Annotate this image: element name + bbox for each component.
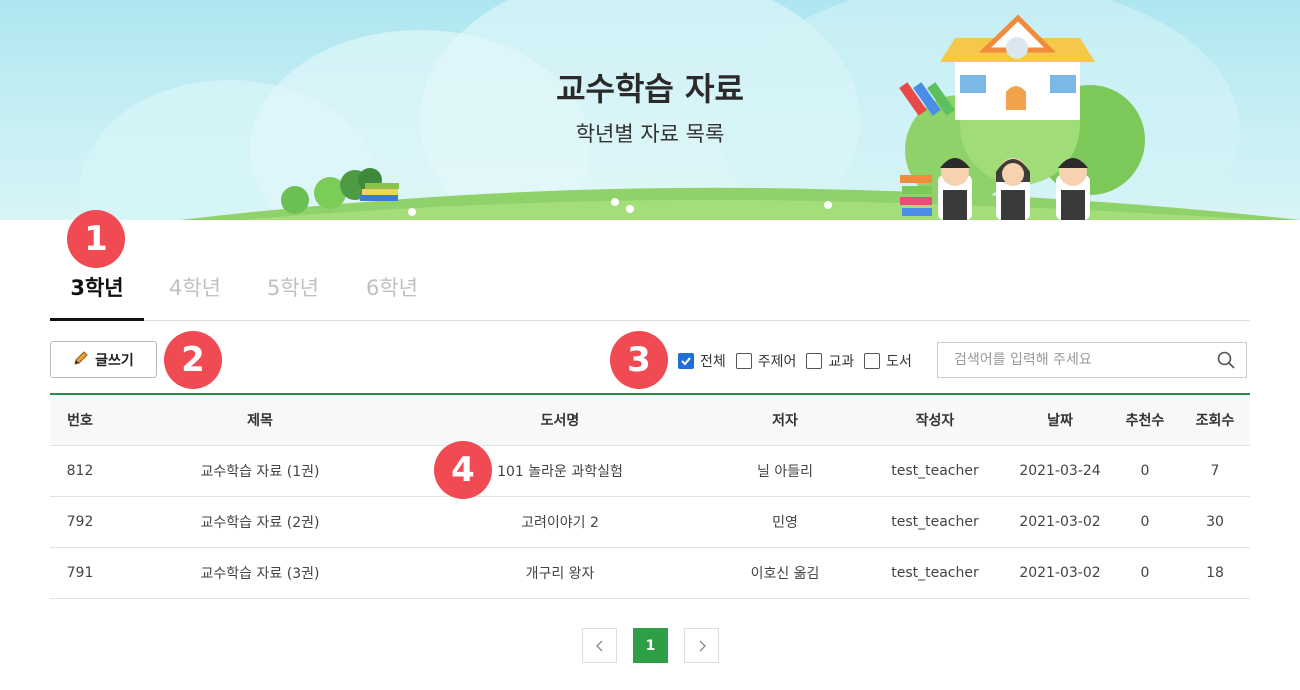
header-banner: 교수학습 자료 학년별 자료 목록 xyxy=(0,0,1300,220)
step-badge-2: 2 xyxy=(164,331,222,389)
write-button-label: 글쓰기 xyxy=(95,352,134,369)
col-date: 날짜 xyxy=(1010,394,1110,446)
filter-subject[interactable]: 교과 xyxy=(806,351,854,371)
write-button[interactable]: 글쓰기 xyxy=(50,341,157,378)
step-badge-3: 3 xyxy=(610,331,668,389)
checkbox-keyword[interactable] xyxy=(735,353,752,369)
cell-author: 이호신 옮김 xyxy=(710,547,860,599)
cell-recommend: 0 xyxy=(1110,445,1180,497)
chevron-left-icon xyxy=(595,640,602,651)
cell-views: 30 xyxy=(1180,496,1250,548)
cell-recommend: 0 xyxy=(1110,547,1180,599)
checkbox-subject[interactable] xyxy=(806,353,823,369)
col-views: 조회수 xyxy=(1180,394,1250,446)
cell-author: 닐 아들리 xyxy=(710,445,860,497)
cell-writer: test_teacher xyxy=(860,496,1010,548)
filter-all-label: 전체 xyxy=(700,354,726,370)
col-writer: 작성자 xyxy=(860,394,1010,446)
search-input[interactable] xyxy=(938,352,1206,368)
checkbox-book[interactable] xyxy=(864,353,881,369)
col-author: 저자 xyxy=(710,394,860,446)
filter-all[interactable]: 전체 xyxy=(678,351,726,371)
banner-illustration xyxy=(80,0,1300,220)
cell-title[interactable]: 교수학습 자료 (1권) xyxy=(110,445,410,497)
pagination: 1 xyxy=(582,628,719,663)
page-title: 교수학습 자료 xyxy=(556,70,744,108)
col-recommend: 추천수 xyxy=(1110,394,1180,446)
table-row[interactable]: 791 교수학습 자료 (3권) 개구리 왕자 이호신 옮김 test_teac… xyxy=(50,547,1250,599)
chevron-right-icon xyxy=(699,640,706,651)
page-subtitle: 학년별 자료 목록 xyxy=(575,122,725,146)
filter-book-label: 도서 xyxy=(886,354,912,370)
step-badge-1: 1 xyxy=(67,210,125,268)
pencil-icon xyxy=(73,350,89,370)
cell-recommend: 0 xyxy=(1110,496,1180,548)
cell-date: 2021-03-02 xyxy=(1010,496,1110,548)
tab-grade-4[interactable]: 4학년 xyxy=(160,270,230,321)
filter-keyword[interactable]: 주제어 xyxy=(735,351,797,371)
table-row[interactable]: 792 교수학습 자료 (2권) 고려이야기 2 민영 test_teacher… xyxy=(50,496,1250,548)
cell-writer: test_teacher xyxy=(860,547,1010,599)
cell-date: 2021-03-24 xyxy=(1010,445,1110,497)
next-page-button[interactable] xyxy=(684,628,719,663)
table-row[interactable]: 812 교수학습 자료 (1권) 101 놀라운 과학실험 닐 아들리 test… xyxy=(50,445,1250,497)
table-header-row: 번호 제목 도서명 저자 작성자 날짜 추천수 조회수 xyxy=(50,394,1250,446)
cell-number: 812 xyxy=(50,445,110,497)
cell-author: 민영 xyxy=(710,496,860,548)
cell-number: 792 xyxy=(50,496,110,548)
page-button-1[interactable]: 1 xyxy=(633,628,668,663)
tab-grade-3[interactable]: 3학년 xyxy=(50,270,144,321)
cell-date: 2021-03-02 xyxy=(1010,547,1110,599)
tab-grade-6[interactable]: 6학년 xyxy=(357,270,427,321)
prev-page-button[interactable] xyxy=(582,628,617,663)
filter-keyword-label: 주제어 xyxy=(757,354,797,370)
cell-number: 791 xyxy=(50,547,110,599)
cell-views: 7 xyxy=(1180,445,1250,497)
filter-book[interactable]: 도서 xyxy=(864,351,912,371)
cell-book-name: 개구리 왕자 xyxy=(410,547,710,599)
cell-views: 18 xyxy=(1180,547,1250,599)
col-title: 제목 xyxy=(110,394,410,446)
cell-book-name: 고려이야기 2 xyxy=(410,496,710,548)
grade-tabs: 3학년 4학년 5학년 6학년 xyxy=(50,270,1250,321)
cell-title[interactable]: 교수학습 자료 (3권) xyxy=(110,547,410,599)
search-box xyxy=(937,342,1247,378)
col-book-name: 도서명 xyxy=(410,394,710,446)
step-badge-4: 4 xyxy=(434,441,492,499)
search-icon[interactable] xyxy=(1206,351,1246,369)
tab-grade-5[interactable]: 5학년 xyxy=(258,270,328,321)
filter-subject-label: 교과 xyxy=(828,354,855,370)
materials-table: 번호 제목 도서명 저자 작성자 날짜 추천수 조회수 812 교수학습 자료 … xyxy=(50,393,1250,599)
checkbox-all[interactable] xyxy=(678,353,694,369)
cell-writer: test_teacher xyxy=(860,445,1010,497)
col-number: 번호 xyxy=(50,394,110,446)
cell-title[interactable]: 교수학습 자료 (2권) xyxy=(110,496,410,548)
filter-group: 전체 주제어 교과 도서 xyxy=(678,350,922,372)
